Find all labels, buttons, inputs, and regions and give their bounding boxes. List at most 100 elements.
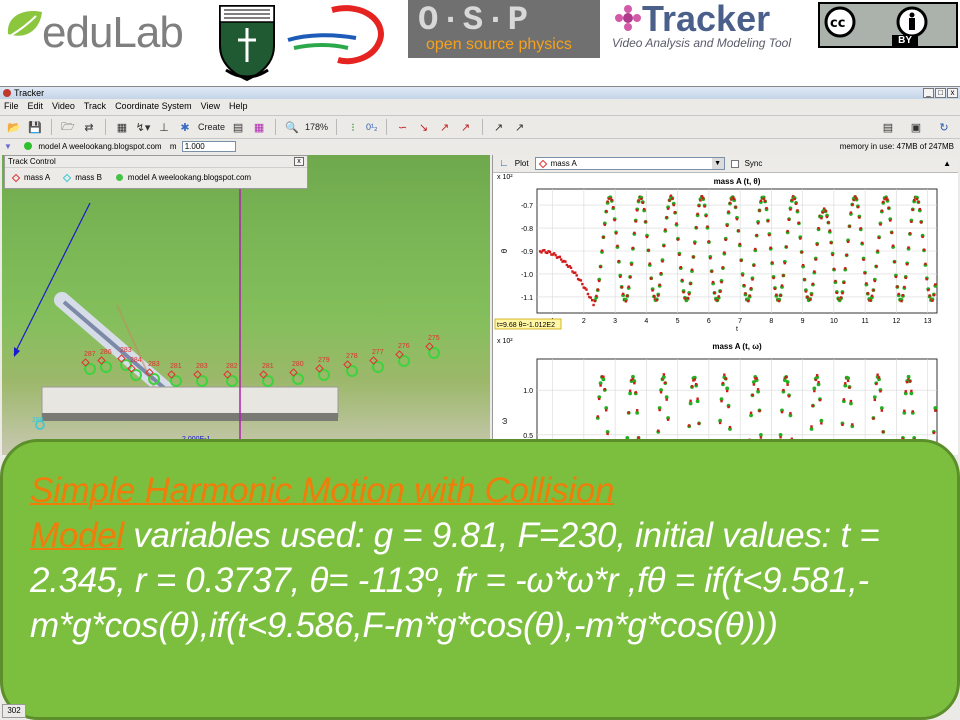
sync-checkbox[interactable] <box>730 159 739 168</box>
data-point <box>690 385 694 388</box>
data-point <box>873 398 877 402</box>
maximize-button[interactable]: □ <box>935 88 946 98</box>
pendulum-rod-shade <box>62 300 172 395</box>
data-point <box>858 216 861 219</box>
data-point <box>775 293 778 296</box>
data-point <box>697 204 701 208</box>
toolbar-separator <box>275 119 277 135</box>
track-control-panel: Track Control x mass A mass B model A we… <box>4 155 308 189</box>
menu-bar: File Edit Video Track Coordinate System … <box>0 99 960 113</box>
menu-coordinate-system[interactable]: Coordinate System <box>115 99 192 113</box>
track-menu-chevron-icon[interactable]: ▼ <box>4 142 12 151</box>
frame-label: 281 <box>170 363 182 370</box>
data-point <box>749 411 753 414</box>
zoom-level[interactable]: 178% <box>305 122 328 132</box>
data-point <box>770 261 774 264</box>
data-point <box>558 255 562 259</box>
model-track-name[interactable]: model A weelookang.blogspot.com <box>38 142 161 151</box>
data-point <box>758 209 761 212</box>
mark-icon[interactable]: ↘ <box>416 120 432 134</box>
data-point <box>720 280 723 284</box>
refresh-icon[interactable]: ↻ <box>936 120 952 134</box>
data-point <box>893 260 896 264</box>
data-point <box>896 285 899 288</box>
data-point <box>848 386 851 389</box>
data-point <box>907 246 910 249</box>
data-point <box>852 198 855 202</box>
data-point <box>782 274 785 277</box>
menu-track[interactable]: Track <box>84 99 106 113</box>
video-view[interactable]: + + 287286283284283281283282281280279278… <box>2 155 490 455</box>
acceleration-icon[interactable]: ↗ <box>512 120 528 134</box>
create-button[interactable]: Create <box>198 122 225 132</box>
create-star-icon[interactable]: ✱ <box>177 120 193 134</box>
plot-axes-icon[interactable]: ∟ <box>499 158 509 169</box>
track-button-mass-a[interactable]: mass A <box>11 173 50 182</box>
data-point <box>664 381 667 384</box>
plot-label[interactable]: Plot <box>515 159 529 168</box>
desktop-icon[interactable]: ▣ <box>908 120 924 134</box>
menu-file[interactable]: File <box>4 99 19 113</box>
calibration-icon[interactable]: ↯▾ <box>135 120 151 134</box>
data-point <box>661 260 664 263</box>
data-point <box>752 264 756 267</box>
clip-settings-icon[interactable]: ▦ <box>114 120 130 134</box>
save-icon[interactable]: 💾 <box>27 120 43 134</box>
menu-video[interactable]: Video <box>52 99 75 113</box>
open-folder-icon[interactable]: 📂 <box>6 120 22 134</box>
plot-area[interactable]: mass A (t, θ)x 10²12345678910111213-0.7-… <box>493 173 958 455</box>
minimize-button[interactable]: _ <box>923 88 934 98</box>
chevron-down-icon[interactable]: ▼ <box>711 158 724 169</box>
label-icon[interactable]: ↗ <box>437 120 453 134</box>
edulab-wordmark: eduLab <box>42 8 184 57</box>
data-point <box>647 249 650 252</box>
data-point <box>825 215 829 219</box>
data-point <box>855 197 858 200</box>
track-select-dropdown[interactable]: mass A ▼ <box>534 157 725 170</box>
model-point <box>906 374 911 379</box>
step-size-label[interactable]: 0¹₂ <box>366 122 378 132</box>
collapse-up-icon[interactable]: ▲ <box>943 159 951 168</box>
menu-help[interactable]: Help <box>229 99 248 113</box>
frame-label: 276 <box>398 343 410 350</box>
close-button[interactable]: x <box>947 88 958 98</box>
data-point <box>904 276 907 280</box>
frame-label: 286 <box>100 349 112 356</box>
velocity-icon[interactable]: ↗ <box>491 120 507 134</box>
data-point <box>627 411 630 414</box>
model-point <box>661 375 666 379</box>
data-point <box>710 270 713 273</box>
axes-icon[interactable]: ⊥ <box>156 120 172 134</box>
trail-icon[interactable]: ∽ <box>395 120 411 134</box>
frame-counter[interactable]: 302 <box>2 704 26 718</box>
refresh-link-icon[interactable]: ⇄ <box>81 120 97 134</box>
data-point <box>748 294 751 297</box>
show-paths-icon[interactable]: ⁝ <box>345 120 361 134</box>
data-point <box>673 211 677 214</box>
y-tick-label: -0.9 <box>521 249 533 256</box>
slide: eduLab O·S·P open source physics Tracker… <box>0 0 960 720</box>
data-point <box>597 279 601 283</box>
data-point <box>908 232 912 235</box>
osp-wordmark: O·S·P <box>418 2 531 40</box>
data-point <box>901 293 905 297</box>
notes-icon[interactable]: ▤ <box>880 120 896 134</box>
track-properties-icon[interactable]: ▦ <box>251 120 267 134</box>
zoom-icon[interactable]: 🔍 <box>284 120 300 134</box>
track-control-close-button[interactable]: x <box>294 157 304 166</box>
menu-edit[interactable]: Edit <box>28 99 44 113</box>
data-point <box>851 203 854 206</box>
track-button-mass-b[interactable]: mass B <box>62 173 102 182</box>
track-list-icon[interactable]: ▤ <box>230 120 246 134</box>
mass-input[interactable]: 1.000 <box>181 141 236 153</box>
frame-label: 278 <box>346 353 358 360</box>
data-point <box>844 267 847 270</box>
mass-vector-icon[interactable]: ↗ <box>458 120 474 134</box>
data-point <box>882 200 885 204</box>
data-point <box>543 248 546 252</box>
data-point <box>813 270 816 273</box>
track-button-model[interactable]: model A weelookang.blogspot.com <box>115 173 251 182</box>
menu-view[interactable]: View <box>201 99 220 113</box>
open-video-icon[interactable]: 🗁 <box>60 120 76 134</box>
data-point <box>689 399 692 402</box>
